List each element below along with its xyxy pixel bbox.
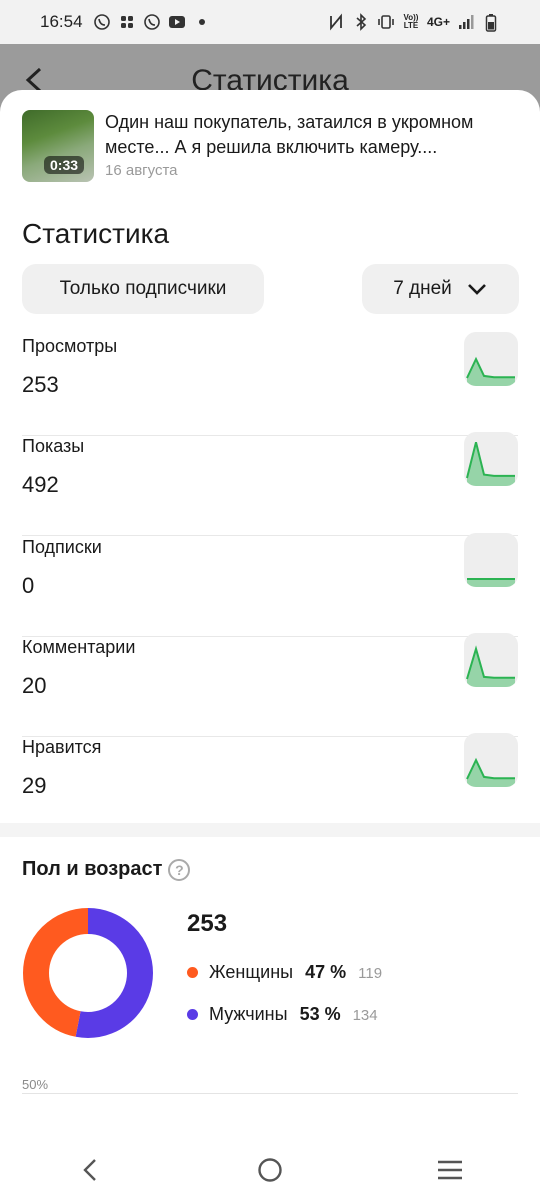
sparkline-svg [466, 645, 515, 687]
sparkline-chart [464, 733, 518, 787]
metric-row-impressions[interactable]: Показы 492 [22, 432, 518, 536]
age-axis-label: 50% [22, 1077, 49, 1092]
metric-label: Нравится [22, 737, 102, 757]
system-icons: Vo)) LTE 4G+ [327, 13, 500, 32]
metric-value: 492 [22, 472, 59, 497]
sparkline-chart [464, 432, 518, 486]
youtube-icon [168, 13, 186, 31]
metric-value: 20 [22, 673, 47, 698]
bluetooth-icon [352, 13, 370, 31]
slack-icon [118, 13, 136, 31]
metric-label: Просмотры [22, 336, 118, 356]
metric-label: Показы [22, 436, 85, 456]
metric-value: 29 [22, 773, 47, 798]
nav-home-button[interactable] [240, 1150, 300, 1190]
network-type: 4G+ [426, 15, 450, 29]
sparkline-svg [466, 442, 515, 486]
demographics-title-text: Пол и возраст [22, 858, 163, 880]
legend-dot-women [187, 967, 198, 978]
help-icon[interactable]: ? [168, 858, 191, 881]
sparkline-chart [464, 533, 518, 587]
stats-title: Статистика [22, 218, 170, 249]
nav-back-button[interactable] [60, 1150, 120, 1190]
legend-row-men: Мужчины 53 % 134 [187, 1004, 378, 1025]
recents-icon [438, 1160, 462, 1180]
legend-percent: 47 % [305, 962, 347, 982]
gender-donut-chart [23, 908, 153, 1038]
metric-value: 253 [22, 372, 59, 397]
metric-label: Подписки [22, 537, 102, 557]
nav-recents-button[interactable] [420, 1150, 480, 1190]
legend-row-women: Женщины 47 % 119 [187, 962, 382, 983]
signal-icon [457, 13, 475, 31]
age-axis-gridline [22, 1093, 518, 1094]
status-bar: 16:54 Vo)) LTE 4G+ [0, 0, 540, 44]
sparkline-svg [466, 356, 515, 386]
video-card[interactable]: 0:33 Один наш покупатель, затаился в укр… [22, 110, 522, 182]
notification-icons [93, 13, 211, 31]
metric-row-subscriptions[interactable]: Подписки 0 [22, 533, 518, 637]
statistics-sheet: 0:33 Один наш покупатель, затаился в укр… [0, 90, 540, 1140]
legend-percent: 53 % [299, 1004, 341, 1024]
legend-label: Мужчины [209, 1004, 288, 1024]
legend-count: 119 [358, 965, 383, 982]
sparkline-svg [466, 757, 515, 787]
audience-filter-button[interactable]: Только подписчики [22, 264, 264, 314]
metric-label: Комментарии [22, 637, 136, 657]
dot-icon [193, 13, 211, 31]
metric-row-comments[interactable]: Комментарии 20 [22, 633, 518, 737]
period-filter-dropdown[interactable]: 7 дней [362, 264, 519, 314]
chevron-down-icon [467, 284, 486, 295]
legend-count: 134 [352, 1007, 378, 1024]
legend-dot-men [187, 1009, 198, 1020]
video-duration: 0:33 [44, 156, 85, 174]
audience-filter-label: Только подписчики [59, 278, 227, 299]
demographics-title: Пол и возраст ? [22, 858, 191, 881]
video-thumbnail[interactable]: 0:33 [22, 110, 94, 182]
sparkline-chart [464, 332, 518, 386]
demographics-total: 253 [187, 910, 228, 937]
section-divider [0, 823, 540, 837]
volte-indicator: Vo)) LTE [403, 13, 419, 30]
metric-row-likes[interactable]: Нравится 29 [22, 733, 518, 837]
video-date: 16 августа [105, 162, 178, 179]
metric-row-views[interactable]: Просмотры 253 [22, 332, 518, 436]
sparkline-chart [464, 633, 518, 687]
system-nav-bar [0, 1140, 540, 1200]
vibrate-icon [377, 13, 395, 31]
sparkline-svg [467, 578, 515, 587]
sparkline-area [467, 579, 515, 587]
viber-icon [93, 13, 111, 31]
status-time: 16:54 [40, 12, 83, 31]
legend-label: Женщины [209, 962, 294, 982]
metric-value: 0 [22, 573, 35, 598]
viber-icon [143, 13, 161, 31]
period-filter-label: 7 дней [393, 278, 452, 299]
nfc-icon [327, 13, 345, 31]
battery-icon [482, 13, 500, 32]
back-icon [83, 1159, 96, 1181]
home-icon [258, 1158, 282, 1182]
video-title: Один наш покупатель, затаился в укромном… [105, 112, 474, 157]
